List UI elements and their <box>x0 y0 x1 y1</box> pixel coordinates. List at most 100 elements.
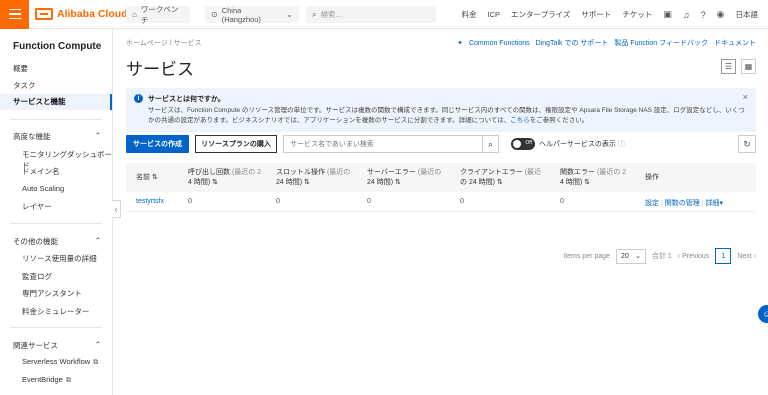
sidebar-item-tasks[interactable]: タスク <box>13 80 36 91</box>
helper-service-label: ヘルパーサービスの表示 ⓘ <box>539 141 625 148</box>
help-icon[interactable]: ? <box>701 10 706 20</box>
home-icon: ⌂ <box>132 10 137 19</box>
sort-icon: ⇅ <box>584 178 590 186</box>
compass-icon: ✦ <box>457 40 463 47</box>
menu-icon[interactable] <box>0 0 29 29</box>
prev-button[interactable]: ‹ Previous <box>678 253 710 260</box>
service-name-link[interactable]: testyrtsfx <box>136 198 164 205</box>
sidebar-group-other[interactable]: その他の機能 ⌃ <box>13 236 101 247</box>
link-feedback[interactable]: 製品 Function フィードバック <box>614 38 708 48</box>
col-function-errors[interactable]: 関数エラー (最近の 24 時間) ⇅ <box>560 168 626 187</box>
link-common-functions[interactable]: Common Functions <box>469 40 530 47</box>
create-service-button[interactable]: サービスの作成 <box>126 135 189 153</box>
sidebar-item-workflow[interactable]: Serverless Workflow ⧉ <box>22 357 98 367</box>
more-dropdown[interactable]: 詳細▾ <box>705 200 723 207</box>
invocations-value: 0 <box>188 198 192 205</box>
top-nav: 料金 ICP エンタープライズ サポート チケット ▣ ♫ ? ◉ 日本語 <box>462 0 768 29</box>
table-row: testyrtsfx 0 0 0 0 0 設定 | 関数の管理 | 詳細▾ <box>126 192 756 212</box>
nav-enterprise[interactable]: エンタープライズ <box>511 9 570 20</box>
notice-body: サービスは、Function Compute のリソース管理の単位です。サービス… <box>148 107 745 124</box>
service-search: ⌕ <box>283 135 499 153</box>
row-actions: 設定 | 関数の管理 | 詳細▾ <box>645 200 723 207</box>
client-errors-value: 0 <box>460 198 464 205</box>
col-server-errors[interactable]: サーバーエラー (最近の 24 時間) ⇅ <box>367 168 441 187</box>
sidebar-item-services[interactable]: サービスと機能 <box>0 94 112 110</box>
services-table: 名前 ⇅ 呼び出し回数 (最近の 24 時間) ⇅ スロットル操作 (最近の 24… <box>126 163 756 212</box>
caret-down-icon: ▾ <box>719 200 723 207</box>
terminal-icon[interactable]: ▣ <box>663 9 672 20</box>
sort-icon: ⇅ <box>496 178 503 186</box>
global-search-input[interactable]: ⌕ 検索... <box>306 6 436 23</box>
breadcrumb[interactable]: ホームページ / サービス <box>126 38 201 48</box>
col-actions: 操作 <box>645 174 659 181</box>
list-view-icon[interactable]: ☰ <box>721 59 736 74</box>
sidebar-item-eventbridge[interactable]: EventBridge ⧉ <box>22 375 71 385</box>
sidebar-group-advanced[interactable]: 高度な機能 ⌃ <box>13 131 101 142</box>
workbench-button[interactable]: ⌂ ワークベンチ <box>126 5 190 25</box>
page-1-button[interactable]: 1 <box>715 248 732 264</box>
sidebar-item-autoscaling[interactable]: Auto Scaling <box>22 184 64 193</box>
language-selector[interactable]: 日本語 <box>736 9 759 20</box>
nav-pricing[interactable]: 料金 <box>462 9 477 20</box>
col-client-errors[interactable]: クライアントエラー (最近の 24 時間) ⇅ <box>460 168 541 187</box>
alibaba-logo-icon <box>35 8 53 20</box>
page-title: サービス <box>126 60 194 79</box>
chevron-down-icon: ⌄ <box>286 10 293 19</box>
info-icon: i <box>134 94 143 103</box>
sidebar-item-audit[interactable]: 監査ログ <box>22 271 52 282</box>
bell-icon[interactable]: ♫ <box>683 10 690 20</box>
helper-service-toggle[interactable]: Off <box>511 138 535 150</box>
chevron-up-icon: ⌃ <box>94 236 101 245</box>
help-icon[interactable]: ⓘ <box>618 141 625 148</box>
service-search-input[interactable] <box>284 136 482 152</box>
sidebar-item-calculator[interactable]: 料金シミュレーター <box>22 306 89 317</box>
sort-icon: ⇅ <box>151 174 158 181</box>
top-links: ✦ Common Functions DingTalk での サポート 製品 F… <box>457 38 756 48</box>
user-icon[interactable]: ◉ <box>717 9 725 20</box>
configure-link[interactable]: 設定 <box>645 200 659 207</box>
view-toggle: ☰ ▦ <box>721 59 756 74</box>
refresh-icon[interactable]: ↻ <box>738 135 756 153</box>
toolbar: サービスの作成 リソースプランの購入 ⌕ Off ヘルパーサービスの表示 ⓘ ↻ <box>126 135 756 153</box>
info-notice: i × サービスとは何ですか。 サービスは、Function Compute の… <box>126 88 756 132</box>
pin-icon: ⊙ <box>211 10 218 19</box>
link-docs[interactable]: ドキュメント <box>714 38 756 48</box>
manage-functions-link[interactable]: 関数の管理 <box>665 200 700 207</box>
col-name[interactable]: 名前 ⇅ <box>136 173 158 183</box>
nav-icp[interactable]: ICP <box>488 10 501 19</box>
brand-name: Alibaba Cloud <box>57 8 128 20</box>
col-throttles[interactable]: スロットル操作 (最近の 24 時間) ⇅ <box>276 168 350 187</box>
chevron-up-icon: ⌃ <box>94 340 101 349</box>
search-icon[interactable]: ⌕ <box>482 136 498 152</box>
sidebar-item-overview[interactable]: 概要 <box>13 63 28 74</box>
close-icon[interactable]: × <box>743 92 748 102</box>
top-bar: Alibaba Cloud ⌂ ワークベンチ ⊙ China (Hangzhou… <box>0 0 768 29</box>
chevron-down-icon: ⌄ <box>635 253 641 260</box>
notice-link[interactable]: こちら <box>510 117 530 124</box>
divider <box>10 327 102 328</box>
buy-resource-plan-button[interactable]: リソースプランの購入 <box>195 135 277 153</box>
chevron-up-icon: ⌃ <box>94 131 101 140</box>
brand-logo[interactable]: Alibaba Cloud <box>35 8 128 20</box>
total-count: 合計 1 <box>651 253 672 260</box>
sidebar: Function Compute 概要 タスク サービスと機能 高度な機能 ⌃ モ… <box>0 29 113 395</box>
pagination: Items per page 20 ⌄ 合計 1 ‹ Previous 1 Nex… <box>563 248 756 264</box>
grid-view-icon[interactable]: ▦ <box>741 59 756 74</box>
link-dingtalk[interactable]: DingTalk での サポート <box>536 38 609 48</box>
region-selector[interactable]: ⊙ China (Hangzhou) ⌄ <box>205 6 299 24</box>
external-link-icon: ⧉ <box>93 359 99 366</box>
sort-icon: ⇅ <box>304 178 310 186</box>
nav-ticket[interactable]: チケット <box>622 9 652 20</box>
server-errors-value: 0 <box>367 198 371 205</box>
page-size-select[interactable]: 20 ⌄ <box>615 248 646 264</box>
sidebar-item-assistant[interactable]: 専門アシスタント <box>22 288 82 299</box>
col-invocations[interactable]: 呼び出し回数 (最近の 24 時間) ⇅ <box>188 168 261 187</box>
sidebar-item-domain[interactable]: ドメイン名 <box>22 166 60 177</box>
nav-support[interactable]: サポート <box>581 9 611 20</box>
sidebar-item-layers[interactable]: レイヤー <box>22 201 52 212</box>
sidebar-group-related[interactable]: 関連サービス ⌃ <box>13 340 101 351</box>
sidebar-item-usage[interactable]: リソース使用量の詳細 <box>22 253 97 264</box>
throttles-value: 0 <box>276 198 280 205</box>
next-button[interactable]: Next › <box>737 253 756 260</box>
items-per-page-label: Items per page <box>563 252 610 260</box>
